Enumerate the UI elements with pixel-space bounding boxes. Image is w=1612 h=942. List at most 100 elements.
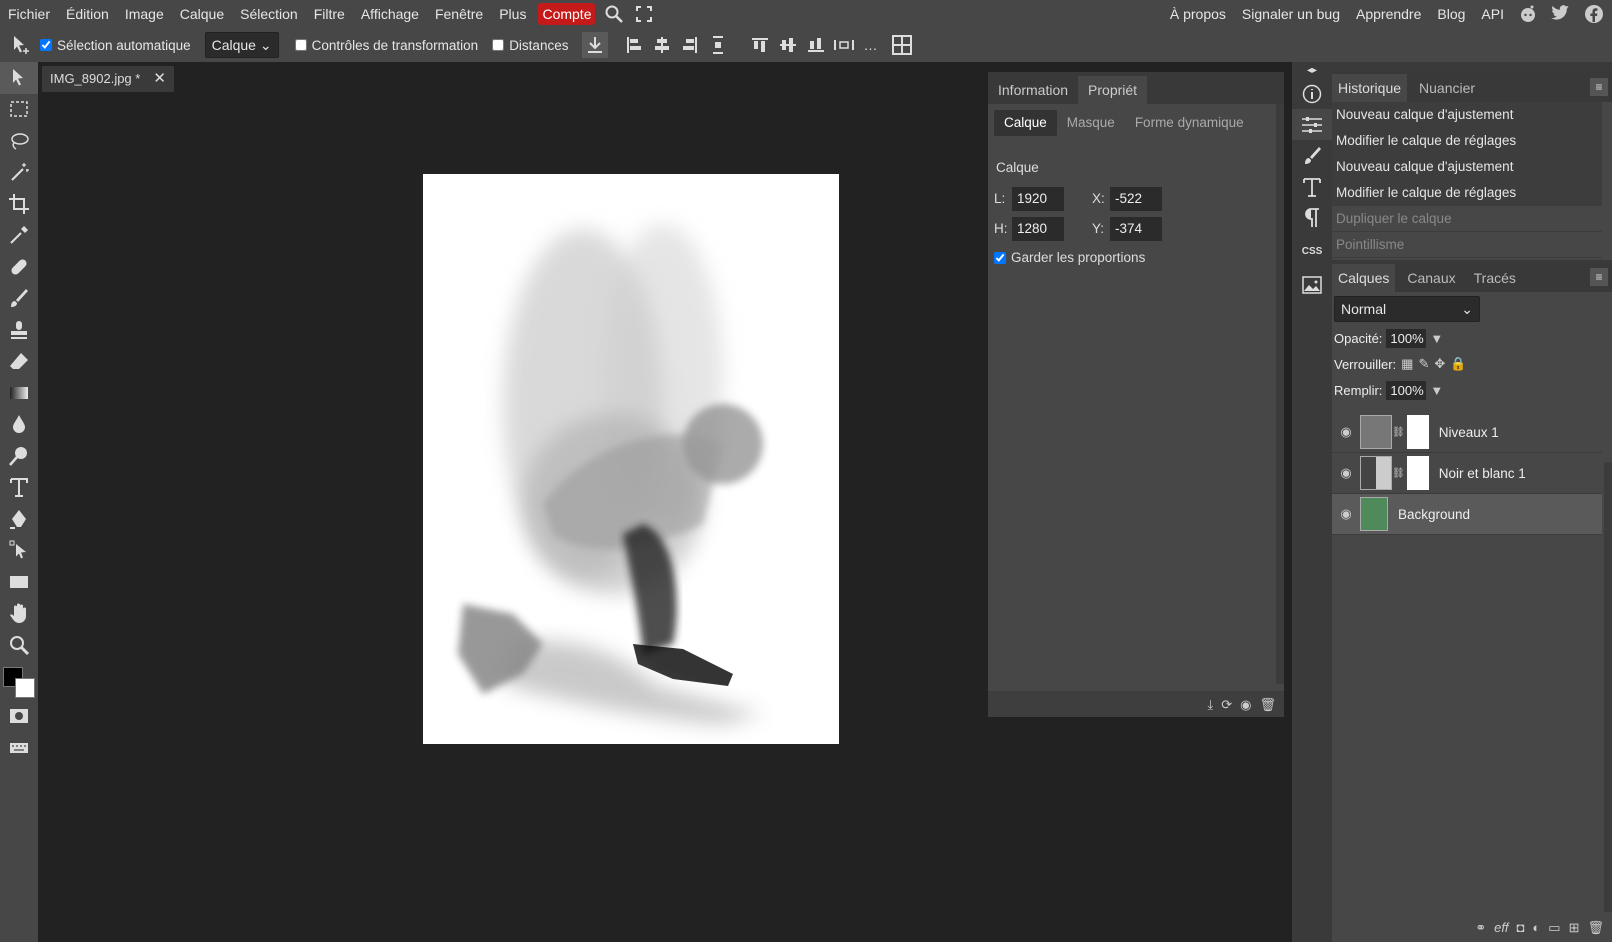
x-field[interactable]: -522 [1110,187,1162,211]
distances-box[interactable] [492,39,505,51]
css-icon[interactable]: CSS [1292,233,1332,269]
adjustments-icon[interactable] [1292,109,1332,140]
panel-menu-icon[interactable]: ≡ [1590,78,1608,96]
menu-apropos[interactable]: À propos [1162,0,1234,28]
history-item[interactable]: Nouveau calque d'ajustement [1332,102,1602,128]
align-left-icon[interactable] [620,36,648,54]
subtab-calque[interactable]: Calque [994,110,1057,136]
blur-tool[interactable] [0,409,38,441]
download-icon[interactable] [582,32,609,58]
path-select-tool[interactable] [0,535,38,567]
align-middle-icon[interactable] [774,37,802,53]
width-field[interactable]: 1920 [1012,187,1064,211]
menu-calque[interactable]: Calque [172,0,232,28]
distances-checkbox[interactable]: Distances [492,38,568,53]
distribute-v-icon[interactable] [704,36,732,54]
info-icon[interactable] [1292,78,1332,109]
pen-tool[interactable] [0,503,38,535]
paragraph-icon[interactable] [1292,202,1332,233]
move-tool-icon[interactable] [0,28,40,62]
history-item[interactable]: Nouveau calque d'ajustement [1332,154,1602,180]
quick-mask-tool[interactable] [0,701,38,733]
mask-thumbnail[interactable] [1406,415,1429,449]
add-mask-icon[interactable]: ◘ [1517,920,1525,936]
menu-compte[interactable]: Compte [538,3,596,25]
close-icon[interactable]: ✕ [153,66,166,92]
tab-historique[interactable]: Historique [1332,74,1408,102]
collapse-icon[interactable]: ◂▸ [1292,62,1332,78]
twitter-icon[interactable] [1544,5,1576,23]
facebook-icon[interactable] [1576,4,1612,24]
opacity-dropdown-icon[interactable]: ▼ [1430,331,1443,346]
keep-proportions-box[interactable] [994,251,1006,264]
menu-fichier[interactable]: Fichier [0,0,58,28]
gradient-tool[interactable] [0,377,38,409]
delete-icon[interactable]: 🗑 [1259,697,1276,713]
opacity-field[interactable]: 100% [1386,328,1427,348]
transform-box[interactable] [294,39,307,51]
menu-image[interactable]: Image [117,0,172,28]
reddit-icon[interactable] [1512,4,1544,24]
layers-scrollbar[interactable] [1604,462,1612,912]
history-item[interactable]: Modifier le calque de réglages [1332,128,1602,154]
marquee-tool[interactable] [0,94,38,126]
subtab-forme-dynamique[interactable]: Forme dynamique [1125,110,1254,136]
menu-signaler-bug[interactable]: Signaler un bug [1234,0,1348,28]
brush-tool[interactable] [0,283,38,315]
visibility-icon[interactable]: ◉ [1240,697,1251,713]
layers-menu-icon[interactable]: ≡ [1590,268,1608,286]
tab-information[interactable]: Information [988,76,1078,104]
keep-proportions-checkbox[interactable]: Garder les proportions [994,250,1145,265]
brush-settings-icon[interactable] [1292,140,1332,171]
document-tab[interactable]: IMG_8902.jpg * ✕ [42,66,174,92]
eraser-tool[interactable] [0,346,38,378]
shape-tool[interactable] [0,566,38,598]
lock-all-icon[interactable]: 🔒 [1450,356,1466,372]
blend-mode-dropdown[interactable]: Normal ⌄ [1334,296,1480,322]
move-tool[interactable] [0,62,38,94]
adjustment-layer-icon[interactable]: ◐ [1532,920,1540,936]
lock-paint-icon[interactable]: ✎ [1418,356,1429,372]
auto-select-mode-dropdown[interactable]: Calque ⌄ [204,32,279,58]
menu-affichage[interactable]: Affichage [353,0,427,28]
text-tool[interactable] [0,472,38,504]
eye-icon[interactable]: ◉ [1332,424,1360,440]
effects-icon[interactable]: eff [1494,920,1508,936]
delete-layer-icon[interactable]: 🗑 [1587,920,1604,936]
crop-tool[interactable] [0,188,38,220]
height-field[interactable]: 1280 [1012,217,1064,241]
menu-selection[interactable]: Sélection [232,0,306,28]
transform-controls-checkbox[interactable]: Contrôles de transformation [294,38,478,53]
history-item[interactable]: Pointillisme [1332,232,1602,258]
fill-dropdown-icon[interactable]: ▼ [1430,383,1443,398]
history-item[interactable]: Dupliquer le calque [1332,206,1602,232]
more-icon[interactable]: … [858,37,882,53]
menu-apprendre[interactable]: Apprendre [1348,0,1429,28]
fill-field[interactable]: 100% [1386,380,1427,400]
document-image[interactable] [423,174,839,744]
tab-canaux[interactable]: Canaux [1401,264,1461,292]
link-icon[interactable]: ⛓ [1392,427,1405,438]
y-field[interactable]: -374 [1110,217,1162,241]
eye-icon[interactable]: ◉ [1332,506,1360,522]
tab-traces[interactable]: Tracés [1468,264,1522,292]
lasso-tool[interactable] [0,125,38,157]
mask-thumbnail[interactable] [1406,456,1429,490]
magic-wand-tool[interactable] [0,157,38,189]
tab-calques[interactable]: Calques [1332,264,1396,292]
eyedropper-tool[interactable] [0,220,38,252]
history-item[interactable]: Modifier le calque de réglages [1332,180,1602,206]
fullscreen-icon[interactable] [629,0,659,28]
search-icon[interactable] [599,0,629,28]
auto-select-box[interactable] [40,39,52,51]
color-swatches[interactable] [0,661,38,701]
lock-transparency-icon[interactable]: ▦ [1401,356,1413,372]
layer-row[interactable]: ◉ Background [1332,494,1602,535]
tab-properties[interactable]: Propriét [1078,76,1148,104]
layer-row[interactable]: ◉ ⛓ Noir et blanc 1 [1332,453,1602,494]
image-icon[interactable] [1292,269,1332,300]
reset-icon[interactable]: ⟳ [1221,697,1232,713]
keyboard-tool[interactable] [0,732,38,764]
right-collapse-bar[interactable] [1332,62,1612,70]
dodge-tool[interactable] [0,440,38,472]
